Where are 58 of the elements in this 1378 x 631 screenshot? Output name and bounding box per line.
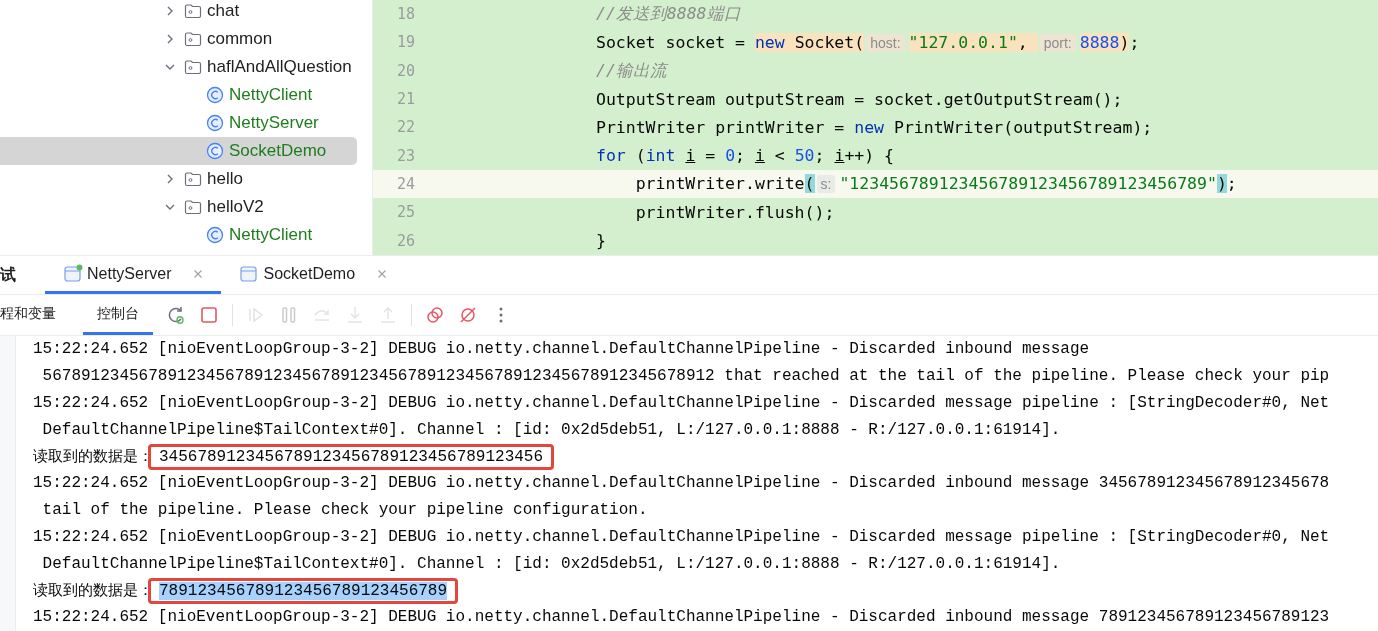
- run-tab[interactable]: NettyServer: [45, 256, 222, 294]
- console-line: 15:22:24.652 [nioEventLoopGroup-3-2] DEBUG io.netty.channel.DefaultChannelPipeline - Discarded message pipeline : [StringDecoder#0, Net: [33, 526, 1331, 548]
- code-line: OutputStream outputStream = socket.getOutputStream();: [594, 89, 1123, 109]
- class-icon: [206, 114, 224, 132]
- code-line: //发送到8888端口: [594, 3, 741, 26]
- panel-title: 试: [0, 264, 17, 285]
- code-line: Socket socket = new Socket( host: "127.0.0.1", port: 8888);: [594, 32, 1140, 52]
- mute-icon[interactable]: [458, 305, 478, 325]
- console-line: 5678912345678912345678912345678912345678912345678912345678912345678912 that reached at the tail of the pipeline. Please check your pip: [41, 366, 1331, 388]
- tree-item[interactable]: SocketDemo: [229, 141, 327, 161]
- panel-tab[interactable]: 控制台: [83, 295, 153, 335]
- line-number: 26: [395, 231, 415, 250]
- tree-item[interactable]: common: [207, 29, 273, 49]
- panel-tab[interactable]: 程和变量: [0, 295, 70, 335]
- console-line: DefaultChannelPipeline$TailContext#0]. Channel : [id: 0x2d5deb51, L:/127.0.0.1:8888 - R:/127.0.0.1:61914].: [41, 553, 1062, 575]
- line-number: 25: [395, 203, 415, 222]
- stop-icon[interactable]: [199, 305, 219, 325]
- code-line: printWriter.write( s: "123456789123456789123456789123456789");: [634, 174, 1237, 194]
- line-number: 22: [395, 118, 415, 137]
- line-number: 19: [395, 33, 415, 52]
- tree-item[interactable]: chat: [207, 1, 240, 21]
- class-icon: [206, 142, 224, 160]
- console-line: 15:22:24.652 [nioEventLoopGroup-3-2] DEBUG io.netty.channel.DefaultChannelPipeline - Discarded inbound message 345678912345678912345678: [33, 473, 1331, 495]
- console-line: tail of the pipeline. Please check your pipeline configuration.: [41, 500, 649, 522]
- folder-icon: [184, 2, 202, 20]
- folder-icon: [184, 198, 202, 216]
- folder-icon: [184, 170, 202, 188]
- tree-item[interactable]: NettyClient: [229, 225, 313, 245]
- tree-item[interactable]: NettyServer: [229, 113, 319, 133]
- line-number: 21: [395, 90, 415, 109]
- tree-item[interactable]: hello: [207, 169, 243, 189]
- tree-item[interactable]: helloV2: [207, 197, 264, 217]
- console-line: 15:22:24.652 [nioEventLoopGroup-3-2] DEBUG io.netty.channel.DefaultChannelPipeline - Discarded inbound message 789123456789123456789123: [33, 607, 1331, 629]
- code-line: PrintWriter printWriter = new PrintWriter(outputStream);: [594, 117, 1153, 137]
- output-value: 3456789123456789123456789123456789123456: [148, 443, 555, 470]
- line-number: 23: [395, 146, 415, 165]
- close-icon[interactable]: [193, 268, 204, 279]
- code-line: //输出流: [594, 59, 667, 82]
- folder-icon: [184, 58, 202, 76]
- code-line: for (int i = 0; i < 50; i++) {: [594, 146, 895, 166]
- breakpoints-icon[interactable]: [425, 305, 445, 325]
- rerun-icon[interactable]: [166, 305, 186, 325]
- code-line: printWriter.flush();: [634, 202, 835, 222]
- code-line: }: [594, 231, 606, 250]
- close-icon[interactable]: [377, 268, 388, 279]
- console-line: 15:22:24.652 [nioEventLoopGroup-3-2] DEBUG io.netty.channel.DefaultChannelPipeline - Discarded message pipeline : [StringDecoder#0, Net: [33, 393, 1331, 414]
- tree-item[interactable]: haflAndAllQuestion: [207, 57, 352, 77]
- folder-icon: [184, 30, 202, 48]
- run-tab[interactable]: SocketDemo: [221, 256, 406, 294]
- line-number: 20: [395, 61, 415, 80]
- class-icon: [206, 86, 224, 104]
- console-line: DefaultChannelPipeline$TailContext#0]. Channel : [id: 0x2d5deb51, L:/127.0.0.1:8888 - R:/127.0.0.1:61914].: [41, 419, 1062, 441]
- line-number: 18: [395, 5, 415, 24]
- line-number: 24: [395, 174, 415, 193]
- class-icon: [206, 226, 224, 244]
- output-value: 789123456789123456789123456789: [148, 577, 459, 604]
- console-line: 15:22:24.652 [nioEventLoopGroup-3-2] DEBUG io.netty.channel.DefaultChannelPipeline - Discarded inbound message: [33, 339, 1091, 361]
- tree-item[interactable]: NettyClient: [229, 85, 313, 105]
